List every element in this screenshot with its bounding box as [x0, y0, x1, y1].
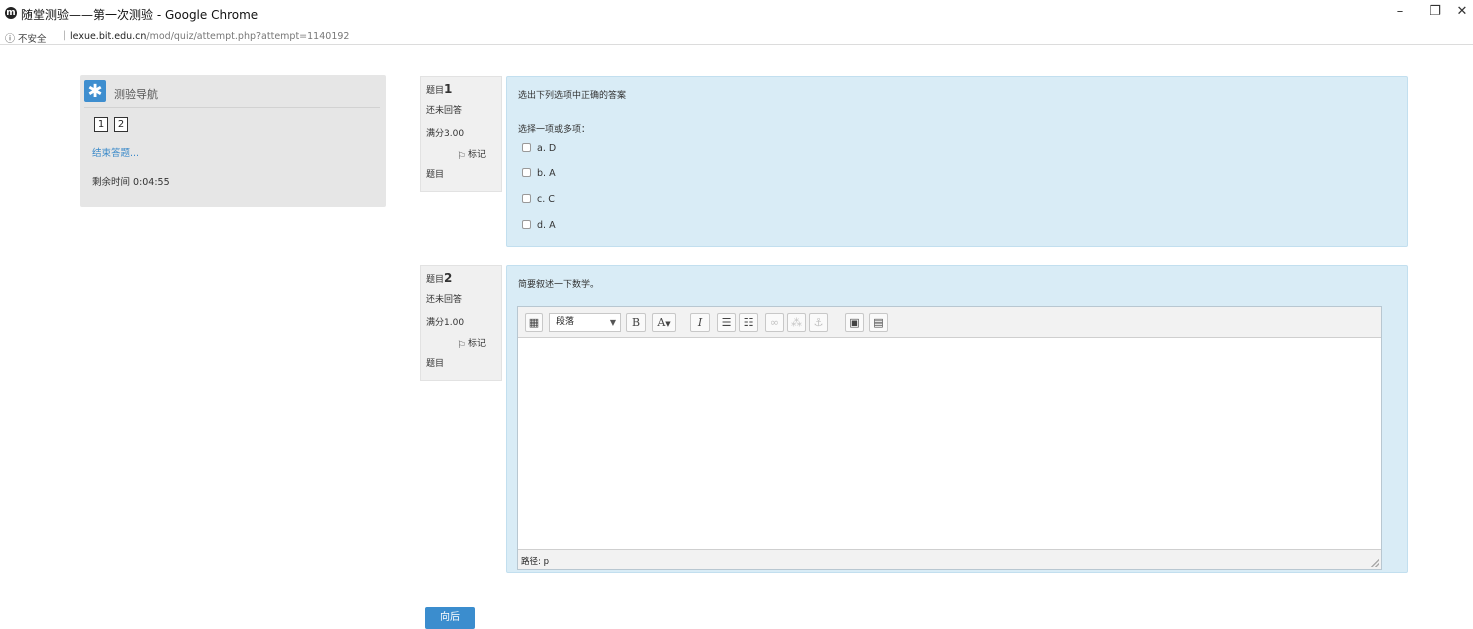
font-color-button[interactable]: A▼	[652, 313, 676, 332]
checkbox[interactable]	[522, 168, 531, 177]
unordered-list-icon[interactable]: ☰	[717, 313, 736, 332]
resize-handle-icon[interactable]	[1371, 559, 1379, 567]
question-1-content: 选出下列选项中正确的答案 选择一项或多项： a. D b. A c. C d. …	[506, 76, 1408, 247]
question-text: 选出下列选项中正确的答案	[518, 91, 627, 101]
italic-button[interactable]: I	[690, 313, 710, 332]
format-select[interactable]: 段落 ▼	[549, 313, 621, 332]
editor-statusbar: 路径: p	[518, 549, 1381, 569]
next-page-button[interactable]: 向后	[425, 607, 475, 629]
nav-header: ✱ 测验导航	[84, 80, 380, 108]
quiz-navigation-block: ✱ 测验导航 1 2 结束答题... 剩余时间 0:04:55	[80, 75, 386, 207]
moodle-icon: m	[5, 7, 17, 19]
question-state: 还未回答	[426, 106, 463, 116]
browser-titlebar: m 随堂测验——第一次测验 - Google Chrome – ❐ ✕	[0, 0, 1473, 30]
address-separator: |	[63, 30, 67, 41]
finish-attempt-link[interactable]: 结束答题...	[92, 145, 139, 159]
flag-question-button[interactable]: ⚐ 标记	[457, 147, 486, 162]
image-icon[interactable]: ▣	[845, 313, 864, 332]
option-b[interactable]: b. A	[522, 168, 556, 179]
close-button[interactable]: ✕	[1452, 4, 1472, 19]
address-bar[interactable]: ⓘ 不安全 | lexue.bit.edu.cn/mod/quiz/attemp…	[0, 29, 1473, 45]
nav-title: 测验导航	[114, 88, 158, 101]
question-number: 题目2	[426, 271, 453, 285]
question-text: 简要叙述一下数学。	[518, 280, 600, 290]
toolbar-toggle-icon[interactable]: ▦	[525, 313, 543, 332]
insecure-label: 不安全	[18, 34, 47, 45]
question-grade: 满分3.00	[426, 129, 465, 139]
flag-question-label[interactable]: 题目	[426, 167, 444, 180]
flag-icon: ⚐	[457, 340, 466, 351]
checkbox[interactable]	[522, 143, 531, 152]
question-grade: 满分1.00	[426, 318, 465, 328]
question-2-info: 题目2 还未回答 满分1.00 ⚐ 标记 题目	[420, 265, 502, 381]
option-a[interactable]: a. D	[522, 143, 556, 154]
ordered-list-icon[interactable]: ☷	[739, 313, 758, 332]
nav-question-2[interactable]: 2	[114, 117, 128, 132]
checkbox[interactable]	[522, 194, 531, 203]
question-state: 还未回答	[426, 295, 463, 305]
url-text[interactable]: lexue.bit.edu.cn/mod/quiz/attempt.php?at…	[70, 31, 349, 42]
link-icon[interactable]: ∞	[765, 313, 784, 332]
anchor-icon[interactable]: ⚓	[809, 313, 828, 332]
media-icon[interactable]: ▤	[869, 313, 888, 332]
bold-button[interactable]: B	[626, 313, 646, 332]
flag-icon: ⚐	[457, 151, 466, 162]
option-d[interactable]: d. A	[522, 220, 556, 231]
window-title: 随堂测验——第一次测验 - Google Chrome	[21, 8, 259, 22]
chevron-down-icon: ▼	[609, 318, 616, 327]
asterisk-icon: ✱	[84, 80, 106, 102]
option-c[interactable]: c. C	[522, 194, 555, 205]
time-remaining: 剩余时间 0:04:55	[92, 177, 170, 188]
url-host: lexue.bit.edu.cn	[70, 31, 147, 42]
url-path: /mod/quiz/attempt.php?attempt=1140192	[146, 31, 350, 42]
info-icon[interactable]: ⓘ	[5, 30, 15, 45]
unlink-icon[interactable]: ⁂	[787, 313, 806, 332]
maximize-button[interactable]: ❐	[1425, 4, 1445, 19]
editor-text-area[interactable]	[518, 338, 1381, 548]
minimize-button[interactable]: –	[1390, 4, 1410, 19]
flag-question-label[interactable]: 题目	[426, 356, 444, 369]
editor-path: 路径: p	[521, 557, 549, 567]
question-1-info: 题目1 还未回答 满分3.00 ⚐ 标记 题目	[420, 76, 502, 192]
nav-question-1[interactable]: 1	[94, 117, 108, 132]
editor-toolbar: ▦ 段落 ▼ B A▼ I ☰ ☷ ∞ ⁂ ⚓ ▣ ▤	[518, 307, 1381, 338]
rich-text-editor: ▦ 段落 ▼ B A▼ I ☰ ☷ ∞ ⁂ ⚓ ▣ ▤ 路径: p	[517, 306, 1382, 570]
answer-prompt: 选择一项或多项：	[518, 125, 591, 135]
flag-question-button[interactable]: ⚐ 标记	[457, 336, 486, 351]
question-2-content: 简要叙述一下数学。 ▦ 段落 ▼ B A▼ I ☰ ☷ ∞ ⁂ ⚓ ▣ ▤ 路径:…	[506, 265, 1408, 573]
question-number: 题目1	[426, 82, 453, 96]
checkbox[interactable]	[522, 220, 531, 229]
